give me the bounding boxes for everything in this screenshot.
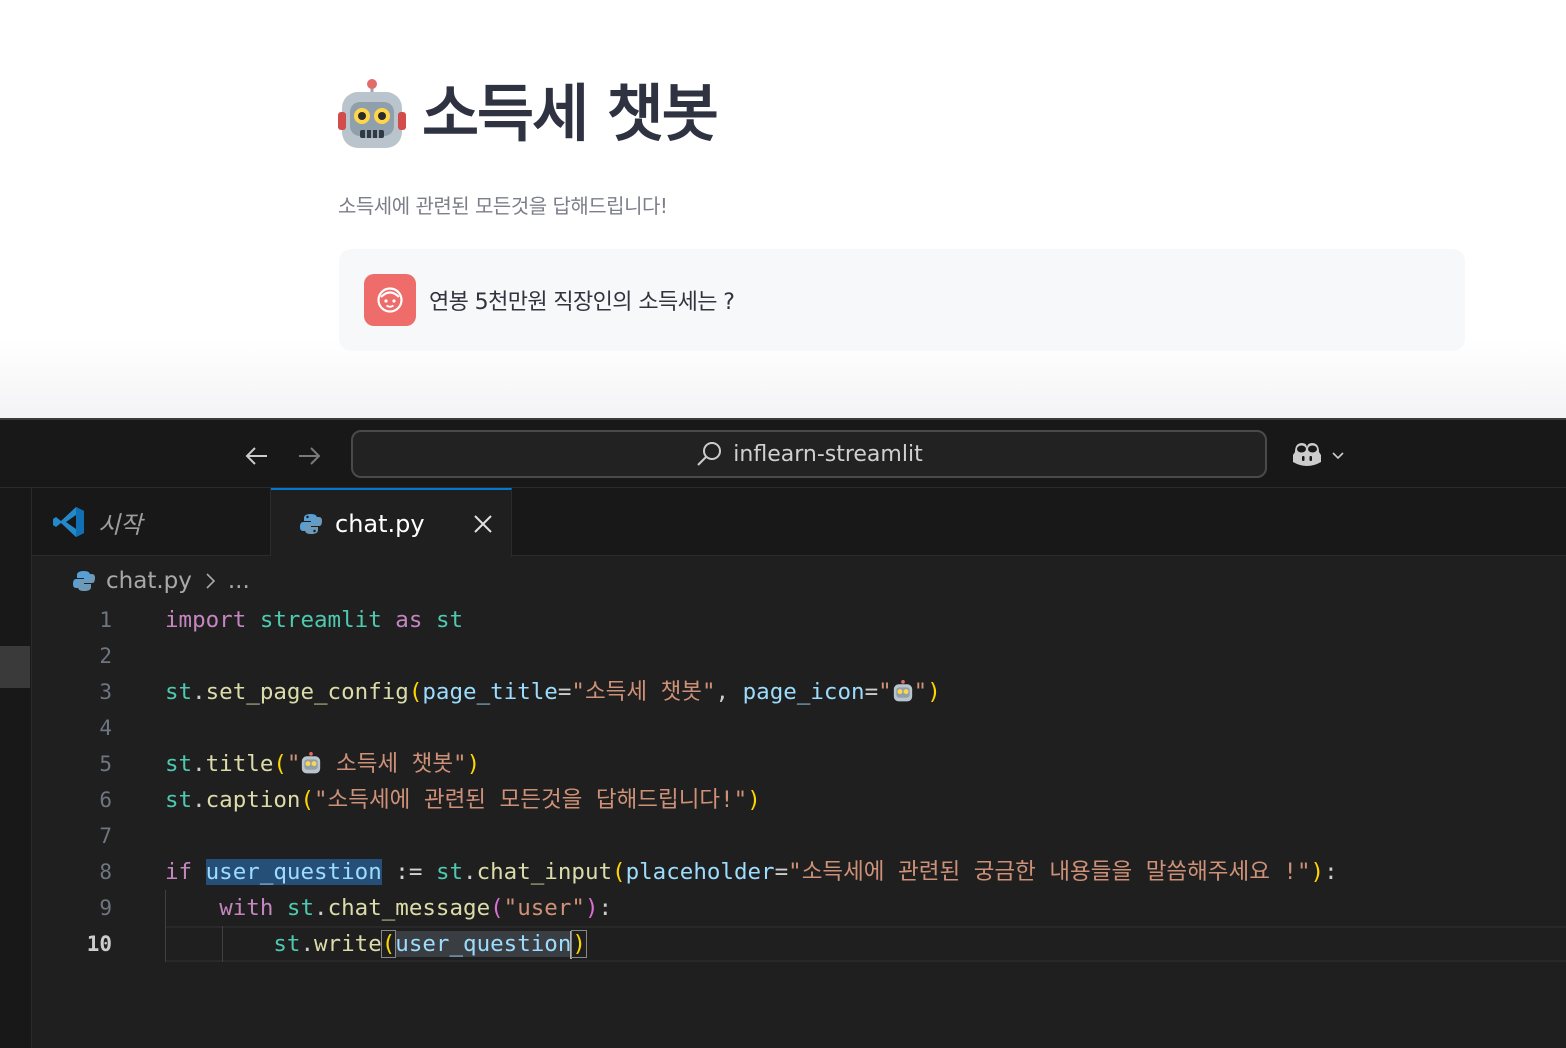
page-caption: 소득세에 관련된 모든것을 답해드립니다! — [338, 194, 668, 218]
line-number: 3 — [99, 680, 112, 704]
code-token: "user" — [503, 895, 585, 921]
line-number: 5 — [99, 752, 112, 776]
chat-message-text: 연봉 5천만원 직장인의 소득세는 ? — [429, 290, 735, 315]
code-token: "소득세에 관련된 궁금한 내용들을 말씀해주세요 !" — [788, 859, 1311, 885]
python-icon — [300, 513, 322, 534]
streamlit-app: 소득세 챗봇 소득세에 관련된 모든것을 답해드립니다! 연봉 5천만원 직장인… — [0, 0, 1566, 418]
code-line: 3 st.set_page_config(page_title="소득세 챗봇"… — [32, 674, 1566, 710]
command-center[interactable]: inflearn-streamlit — [351, 430, 1267, 478]
code-token: placeholder — [625, 859, 775, 885]
code-line: 10 st.write(user_question) — [32, 926, 1566, 962]
code-token: set_page_config — [205, 679, 409, 705]
tab-welcome[interactable]: 시작 — [32, 488, 271, 556]
code-token: := — [381, 859, 436, 885]
robot-icon — [338, 79, 406, 148]
search-icon — [697, 442, 722, 466]
line-number: 1 — [99, 608, 112, 632]
breadcrumb-more[interactable]: ... — [228, 568, 250, 594]
line-number: 9 — [99, 896, 112, 920]
line-number: 7 — [99, 824, 112, 848]
line-number: 6 — [99, 788, 112, 812]
code-token: " — [286, 751, 301, 777]
line-number: 10 — [86, 932, 112, 956]
command-center-text: inflearn-streamlit — [733, 441, 923, 467]
activity-bar — [0, 488, 32, 1048]
close-icon[interactable] — [471, 512, 495, 536]
code-line: 2 — [32, 638, 1566, 674]
tab-chat-py[interactable]: chat.py — [271, 488, 512, 557]
title-bar: inflearn-streamlit — [0, 418, 1566, 488]
arrow-left-icon — [245, 447, 267, 465]
line-number: 4 — [99, 716, 112, 740]
code-token: as — [395, 607, 423, 633]
code-token: chat_input — [476, 859, 613, 885]
forward-button[interactable] — [293, 440, 325, 472]
code-token: "소득세 챗봇" — [571, 679, 716, 705]
code-token: with — [219, 895, 274, 921]
activity-indicator — [0, 646, 30, 688]
user-avatar — [364, 274, 416, 326]
code-line: 6 st.caption("소득세에 관련된 모든것을 답해드립니다!") — [32, 782, 1566, 818]
code-token: streamlit — [259, 607, 382, 633]
code-token: st — [286, 895, 315, 921]
code-token: st — [165, 679, 193, 705]
breadcrumb: chat.py ... — [72, 566, 250, 596]
code-token: st — [165, 751, 193, 777]
code-token: page_icon — [742, 679, 865, 705]
python-icon — [73, 571, 95, 591]
code-token: "소득세에 관련된 모든것을 답해드립니다!" — [314, 787, 748, 813]
code-token: 소득세 챗봇" — [322, 751, 467, 777]
code-editor[interactable]: 1 import streamlit as st 2 3 st.set_page… — [32, 602, 1566, 1048]
code-token: user_question — [395, 931, 572, 957]
code-line: 8 if user_question := st.chat_input(plac… — [32, 854, 1566, 890]
code-token: page_title — [422, 679, 558, 705]
code-token: " — [913, 679, 928, 705]
code-token: import — [165, 607, 247, 633]
code-line: 9 with st.chat_message("user"): — [32, 890, 1566, 926]
back-button[interactable] — [241, 440, 273, 472]
page-title: 소득세 챗봇 — [338, 77, 719, 150]
code-token: caption — [205, 787, 301, 813]
user-face-icon — [377, 287, 403, 313]
title-text: 소득세 챗봇 — [422, 77, 719, 150]
chevron-right-icon — [206, 573, 215, 589]
tab-bar: 시작 chat.py — [32, 488, 1566, 557]
arrow-right-icon — [299, 447, 321, 465]
line-number: 2 — [99, 644, 112, 668]
code-token: write — [314, 931, 382, 957]
vscode-window: inflearn-streamlit 시작 chat.py chat.py ..… — [0, 418, 1566, 1048]
code-token: if — [165, 859, 193, 885]
code-token: st — [165, 787, 193, 813]
line-number: 8 — [99, 860, 112, 884]
robot-icon — [302, 752, 321, 774]
code-token: user_question — [205, 859, 382, 885]
copilot-icon — [1293, 443, 1321, 466]
chevron-down-icon — [1332, 452, 1344, 460]
code-line: 7 — [32, 818, 1566, 854]
robot-icon — [893, 680, 912, 702]
code-line: 5 st.title(" 소득세 챗봇") — [32, 746, 1566, 782]
code-token: st — [435, 859, 464, 885]
code-token: " — [878, 679, 892, 705]
tab-chat-py-label: chat.py — [335, 509, 425, 538]
breadcrumb-file[interactable]: chat.py — [106, 568, 192, 594]
chat-message-user: 연봉 5천만원 직장인의 소득세는 ? — [339, 249, 1465, 351]
tab-welcome-label: 시작 — [98, 510, 143, 539]
code-token: st — [435, 607, 464, 633]
code-line: 1 import streamlit as st — [32, 602, 1566, 638]
vscode-logo-icon — [53, 507, 84, 537]
code-token: st — [273, 931, 301, 957]
code-line: 4 — [32, 710, 1566, 746]
copilot-menu[interactable] — [1290, 436, 1346, 474]
code-token: title — [205, 751, 274, 777]
code-token: chat_message — [327, 895, 491, 921]
